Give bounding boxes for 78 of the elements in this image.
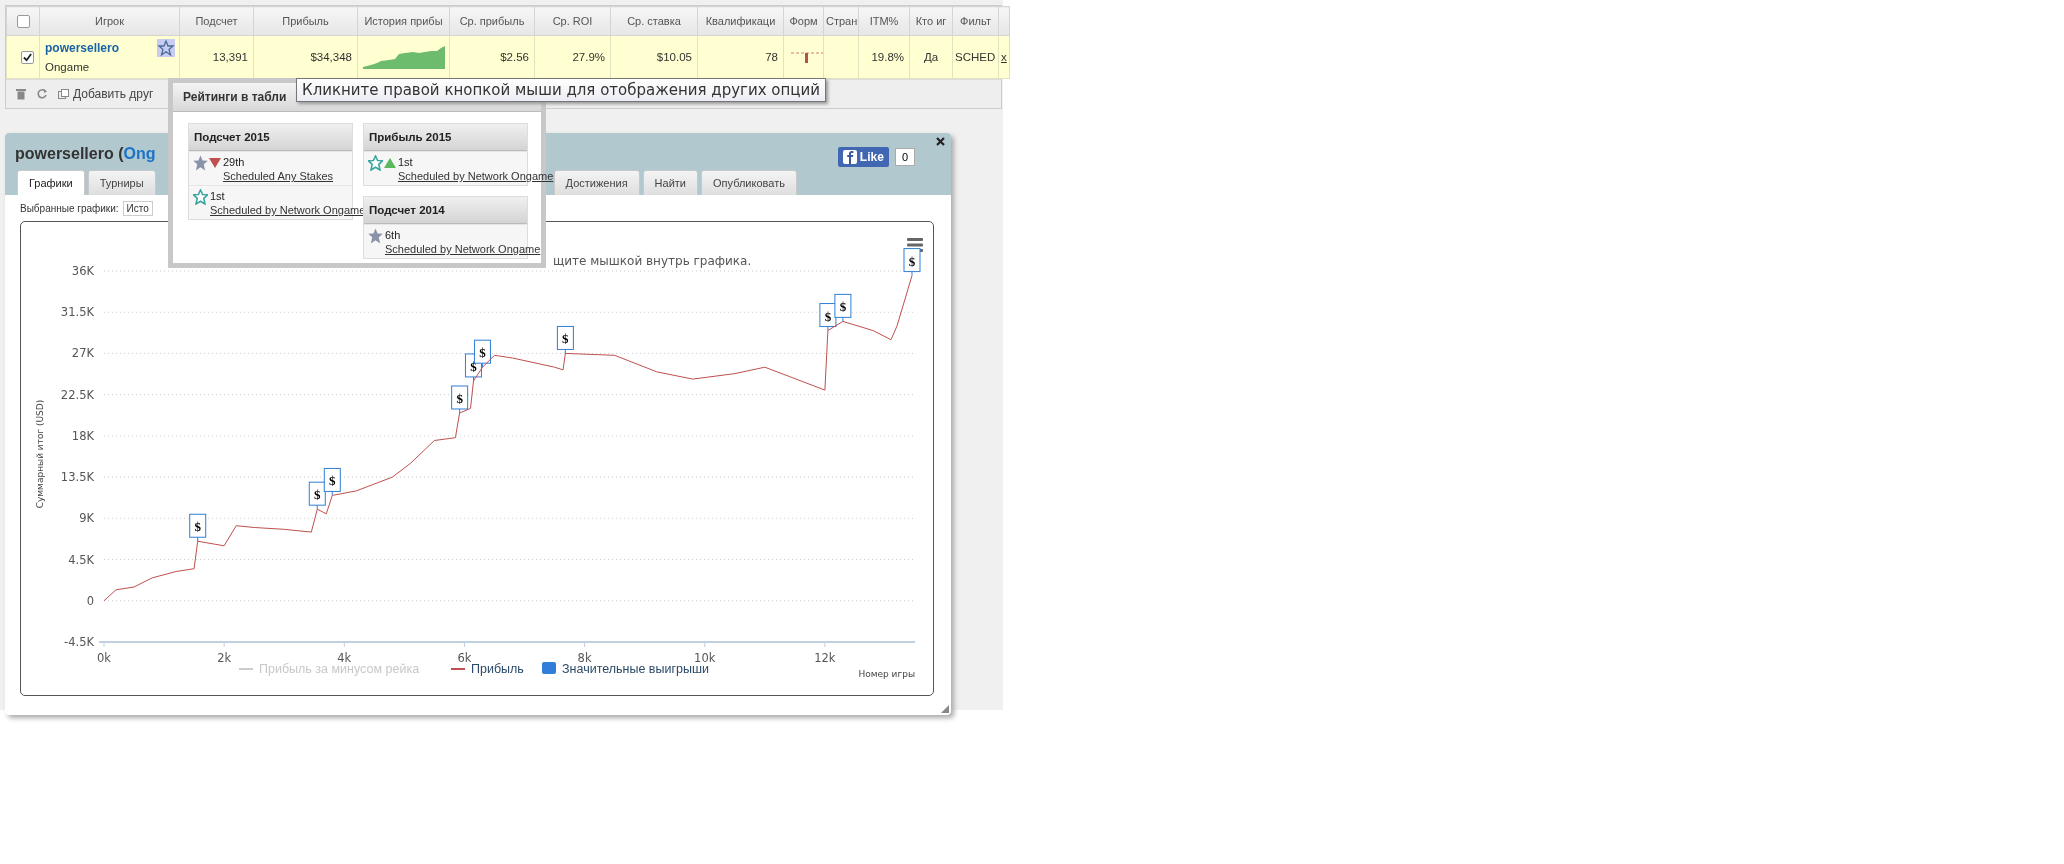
avg-roi-value: 27.9% (572, 51, 605, 63)
like-button[interactable]: Like (837, 147, 889, 167)
player-link[interactable]: powersellero (45, 41, 120, 55)
y-axis-label: 0 (86, 593, 94, 608)
ranking-entry: 29th Scheduled Any Stakes (223, 155, 335, 183)
profit-value: $34,348 (310, 51, 352, 63)
annotation: $ (562, 331, 570, 347)
column-header[interactable]: Игрок (95, 15, 124, 27)
ranking-link[interactable]: Scheduled by Network Ongame (385, 243, 541, 255)
annotation: $ (329, 473, 337, 489)
row-checkbox[interactable] (21, 50, 34, 64)
add-friend-button[interactable]: Добавить друг (58, 87, 154, 101)
ranking-star-icon[interactable] (157, 39, 175, 57)
y-axis-label: 36K (71, 264, 94, 278)
chart-hint: щите мышкой внутрь графика. (553, 254, 752, 268)
annotation: $ (479, 345, 487, 361)
facebook-logo-icon (842, 150, 857, 164)
annotation: $ (194, 519, 202, 535)
copy-icon (58, 89, 69, 99)
annotation: $ (456, 390, 464, 406)
avg-profit-value: $2.56 (500, 51, 529, 63)
y-axis-label: 31.5K (60, 305, 94, 320)
resize-grip-icon[interactable] (941, 705, 949, 713)
ranking-entry: 1st Scheduled by Network Ongame (210, 189, 366, 217)
x-axis-label: 0k (97, 651, 111, 665)
refresh-icon[interactable] (36, 88, 48, 100)
annotation: $ (839, 299, 847, 315)
qualification-value: 78 (765, 51, 778, 63)
select-all-checkbox[interactable] (16, 14, 30, 28)
x-axis-label: 12k (814, 651, 836, 665)
itm-value: 19.8% (871, 51, 904, 63)
annotation: $ (908, 253, 916, 269)
ranking-entry: 6th Scheduled by Network Ongame (385, 228, 541, 256)
chart-selector-label: Выбранные графики: (20, 202, 119, 214)
legend-item[interactable]: Значительные выигрыши (562, 662, 709, 676)
y-axis-label: 9K (79, 511, 94, 526)
popup-title: Рейтинги в табли (183, 90, 287, 104)
legend-item[interactable]: Прибыль (471, 662, 524, 676)
x-axis-title: Номер игры (858, 669, 915, 679)
tab[interactable]: Достижения (553, 170, 640, 195)
y-axis-label: 4.5K (68, 552, 94, 567)
y-axis-label: 13.5K (60, 470, 94, 485)
annotation: $ (314, 487, 322, 503)
count-value: 13,391 (212, 51, 248, 63)
tab[interactable]: Опубликовать (701, 170, 797, 195)
y-axis-label: 22.5K (60, 387, 94, 402)
player-title: powersellero ( (15, 145, 124, 163)
like-count: 0 (894, 148, 915, 166)
chart-selector-dropdown[interactable]: Исто (122, 200, 153, 216)
y-axis-label: 18K (71, 428, 94, 443)
ranking-link[interactable]: Scheduled Any Stakes (223, 170, 334, 182)
y-axis-label: 27K (71, 346, 94, 361)
x-axis-label: 2k (217, 651, 232, 665)
tab[interactable]: Графики (17, 170, 85, 195)
remove-link[interactable]: x (1001, 51, 1007, 63)
network-name: Ongame (45, 61, 90, 73)
y-axis-label: -4.5K (64, 635, 94, 649)
tooltip: Кликните правой кнопкой мыши для отображения других опций (296, 78, 827, 102)
ranking-group-title: Подсчет 2015 (194, 131, 270, 143)
y-axis-title: Суммарный итог (USD) (35, 399, 45, 509)
x-axis-label: 4k (337, 651, 352, 665)
ranking-entry: 1st Scheduled by Network Ongame (398, 155, 554, 183)
x-axis-label: 8k (577, 651, 592, 665)
x-axis-label: 10k (694, 651, 716, 665)
x-axis-label: 6k (457, 651, 472, 665)
ranking-group-title: Прибыль 2015 (369, 131, 452, 143)
avg-stake-value: $10.05 (656, 51, 692, 63)
ranking-link[interactable]: Scheduled by Network Ongame (210, 204, 366, 216)
ranking-link[interactable]: Scheduled by Network Ongame (398, 170, 554, 182)
column-header[interactable]: Прибыль (282, 15, 329, 27)
tab[interactable]: Турниры (87, 170, 156, 195)
close-icon[interactable] (936, 137, 945, 146)
trash-icon[interactable] (16, 88, 26, 100)
who-value: Да (923, 51, 939, 63)
tab[interactable]: Найти (642, 170, 698, 195)
ranking-group-title: Подсчет 2014 (369, 204, 445, 216)
annotation: $ (824, 308, 832, 324)
filter-value: SCHED (955, 51, 996, 63)
